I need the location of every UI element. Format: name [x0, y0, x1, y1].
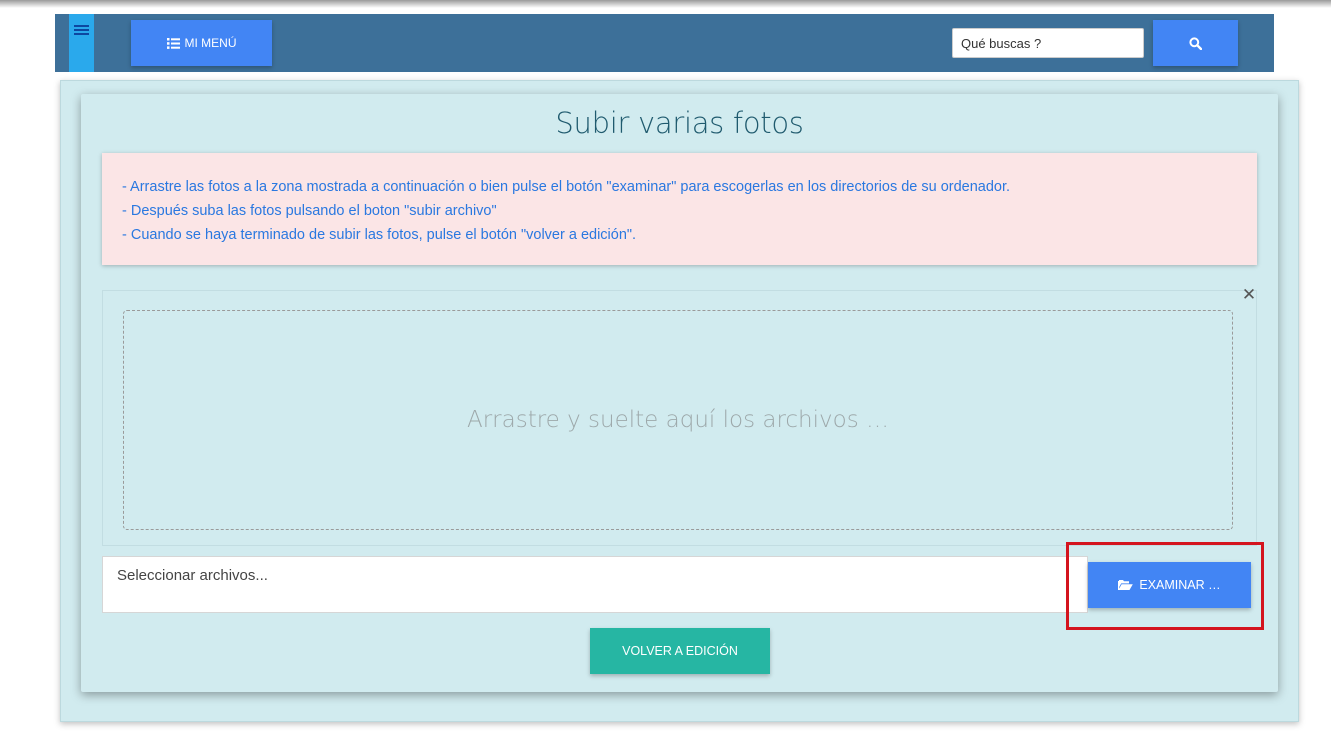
search-icon [1189, 36, 1202, 50]
instruction-line: - Después suba las fotos pulsando el bot… [122, 203, 497, 219]
close-icon[interactable]: ✕ [1240, 284, 1258, 306]
list-icon [166, 37, 180, 49]
folder-open-icon [1118, 579, 1134, 590]
instruction-line: - Arrastre las fotos a la zona mostrada … [122, 179, 1011, 195]
search-input[interactable] [952, 28, 1144, 58]
search-button[interactable] [1153, 20, 1238, 66]
drop-zone-text: Arrastre y suelte aquí los archivos … [466, 407, 890, 433]
instruction-line: - Cuando se haya terminado de subir las … [122, 227, 637, 243]
instructions-alert: - Arrastre las fotos a la zona mostrada … [102, 153, 1257, 265]
hamburger-icon[interactable] [69, 14, 94, 72]
back-to-edit-button[interactable]: VOLVER A EDICIÓN [590, 628, 770, 674]
window-top-shadow [0, 0, 1331, 8]
selected-files-field[interactable]: Seleccionar archivos... [102, 556, 1088, 613]
selected-files-placeholder: Seleccionar archivos... [117, 567, 268, 584]
browse-label: EXAMINAR … [1139, 578, 1221, 592]
top-navbar: MI MENÚ [55, 14, 1274, 72]
drop-zone[interactable]: Arrastre y suelte aquí los archivos … [123, 310, 1233, 530]
my-menu-label: MI MENÚ [184, 36, 237, 50]
browse-button[interactable]: EXAMINAR … [1088, 562, 1251, 608]
my-menu-button[interactable]: MI MENÚ [131, 20, 272, 66]
back-to-edit-label: VOLVER A EDICIÓN [622, 644, 738, 658]
page-title: Subir varias fotos [555, 106, 804, 140]
